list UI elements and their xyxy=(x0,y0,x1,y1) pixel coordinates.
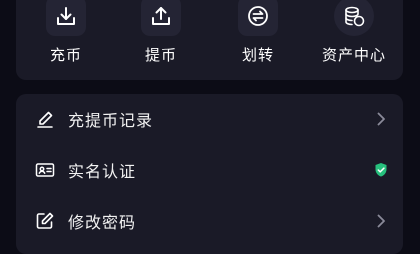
transfer-label: 划转 xyxy=(241,46,274,64)
list-item-real-name-verification[interactable]: 实名认证 xyxy=(16,145,403,195)
upload-icon xyxy=(152,7,170,25)
pen-icon xyxy=(37,111,53,128)
quick-actions-card: 充币 提币 划转 资产中心 xyxy=(16,0,403,80)
download-icon xyxy=(57,7,75,25)
transfer-icon xyxy=(248,6,268,26)
withdraw-icon-box xyxy=(141,0,181,36)
deposit-action[interactable]: 充币 xyxy=(18,0,114,80)
withdraw-label: 提币 xyxy=(144,46,177,64)
settings-list-card: 充提币记录 实名认证 修改密码 xyxy=(16,94,403,254)
list-item-label: 充提币记录 xyxy=(68,111,154,130)
id-card-icon xyxy=(35,163,55,177)
list-item-deposit-withdraw-records[interactable]: 充提币记录 xyxy=(16,94,403,144)
deposit-label: 充币 xyxy=(49,46,82,64)
verified-check-icon xyxy=(375,163,387,177)
chevron-right-icon xyxy=(377,112,385,126)
list-item-label: 实名认证 xyxy=(68,162,137,181)
list-item-change-password[interactable]: 修改密码 xyxy=(16,196,403,246)
deposit-icon-box xyxy=(46,0,86,36)
transfer-icon-box xyxy=(238,0,278,36)
withdraw-action[interactable]: 提币 xyxy=(113,0,209,80)
chevron-right-icon xyxy=(377,214,385,228)
transfer-action[interactable]: 划转 xyxy=(210,0,306,80)
asset-center-icon-box xyxy=(334,0,374,36)
edit-icon xyxy=(36,212,54,229)
asset-center-label: 资产中心 xyxy=(321,46,386,64)
coins-icon xyxy=(345,6,365,27)
asset-center-action[interactable]: 资产中心 xyxy=(306,0,402,80)
list-item-label: 修改密码 xyxy=(68,213,137,232)
